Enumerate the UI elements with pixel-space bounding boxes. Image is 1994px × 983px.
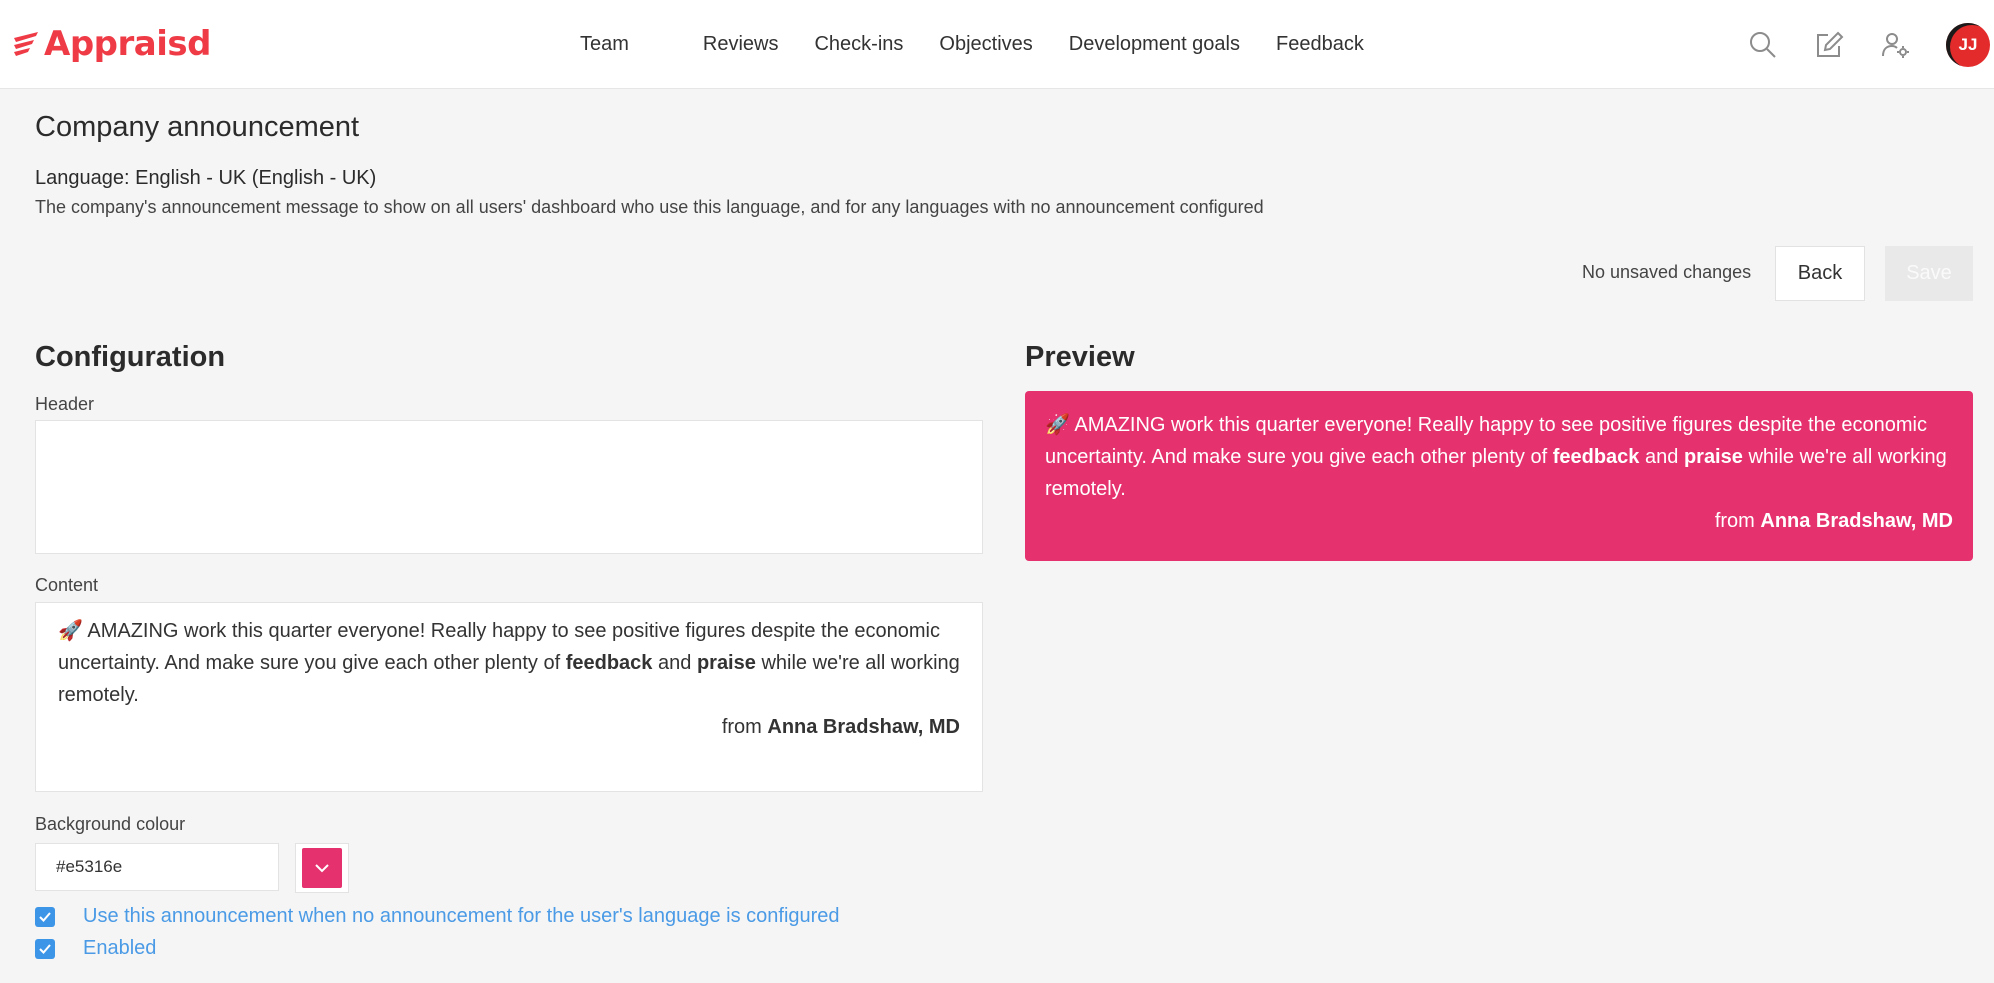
content-signature: from Anna Bradshaw, MD	[58, 711, 960, 743]
top-navigation-bar: Appraisd Team Reviews Check-ins Objectiv…	[0, 0, 1994, 89]
nav-item-check-ins[interactable]: Check-ins	[796, 33, 921, 56]
chevron-down-icon	[315, 864, 329, 873]
preview-text-part-2: and	[1645, 446, 1679, 468]
search-icon[interactable]	[1748, 30, 1778, 60]
content-from-prefix: from	[721, 716, 762, 738]
nav-item-feedback[interactable]: Feedback	[1258, 33, 1382, 56]
content-message: 🚀 AMAZING work this quarter everyone! Re…	[58, 615, 960, 711]
content-bold-praise: praise	[696, 652, 756, 674]
nav-item-development-goals[interactable]: Development goals	[1051, 33, 1258, 56]
content-from-name: Anna Bradshaw, MD	[767, 716, 960, 738]
fallback-language-option[interactable]: Use this announcement when no announceme…	[35, 905, 840, 928]
colour-picker-button[interactable]	[295, 843, 349, 893]
enabled-checkbox[interactable]	[35, 938, 55, 959]
language-description: The company's announcement message to sh…	[35, 197, 1264, 217]
preview-bold-feedback: feedback	[1552, 446, 1640, 468]
nav-item-team[interactable]: Team	[560, 33, 671, 56]
appraisd-logo[interactable]: Appraisd	[12, 22, 211, 66]
page-title: Company announcement	[35, 111, 360, 143]
checkmark-icon	[39, 911, 51, 922]
checkmark-icon	[39, 943, 51, 954]
header-input[interactable]	[35, 420, 983, 554]
save-status: No unsaved changes	[1582, 262, 1752, 282]
nav-actions: JJ	[1748, 0, 1994, 89]
save-button[interactable]: Save	[1885, 246, 1973, 301]
back-button[interactable]: Back	[1775, 246, 1865, 301]
configuration-title: Configuration	[35, 341, 226, 373]
announcement-preview: 🚀 AMAZING work this quarter everyone! Re…	[1025, 391, 1973, 561]
content-label: Content	[35, 575, 99, 595]
fallback-language-checkbox[interactable]	[35, 906, 55, 927]
user-avatar[interactable]: JJ	[1946, 22, 1990, 67]
main-nav: Team Reviews Check-ins Objectives Develo…	[560, 0, 1382, 89]
content-text-part-2: and	[658, 652, 692, 674]
fallback-language-label[interactable]: Use this announcement when no announceme…	[83, 905, 840, 928]
nav-item-reviews[interactable]: Reviews	[671, 33, 797, 56]
background-colour-label: Background colour	[35, 814, 186, 834]
preview-from-prefix: from	[1714, 510, 1755, 532]
enabled-option[interactable]: Enabled	[35, 937, 156, 960]
preview-bold-praise: praise	[1683, 446, 1743, 468]
logo-mark-icon	[14, 32, 38, 56]
language-label: Language: English - UK (English - UK)	[35, 167, 377, 189]
preview-title: Preview	[1025, 341, 1135, 373]
header-label: Header	[35, 394, 95, 414]
content-bold-feedback: feedback	[565, 652, 653, 674]
enabled-label[interactable]: Enabled	[83, 937, 156, 960]
rocket-emoji: 🚀	[58, 620, 83, 642]
preview-from-name: Anna Bradshaw, MD	[1760, 510, 1953, 532]
preview-signature: from Anna Bradshaw, MD	[1045, 505, 1953, 537]
nav-item-objectives[interactable]: Objectives	[921, 33, 1050, 56]
background-colour-input[interactable]: #e5316e	[35, 843, 279, 891]
rocket-emoji: 🚀	[1045, 414, 1070, 436]
user-settings-icon[interactable]	[1880, 30, 1910, 60]
edit-icon[interactable]	[1814, 30, 1844, 60]
content-editor[interactable]: 🚀 AMAZING work this quarter everyone! Re…	[35, 602, 983, 792]
logo-text: Appraisd	[44, 24, 211, 64]
preview-message: 🚀 AMAZING work this quarter everyone! Re…	[1045, 409, 1953, 505]
colour-swatch	[302, 848, 342, 888]
